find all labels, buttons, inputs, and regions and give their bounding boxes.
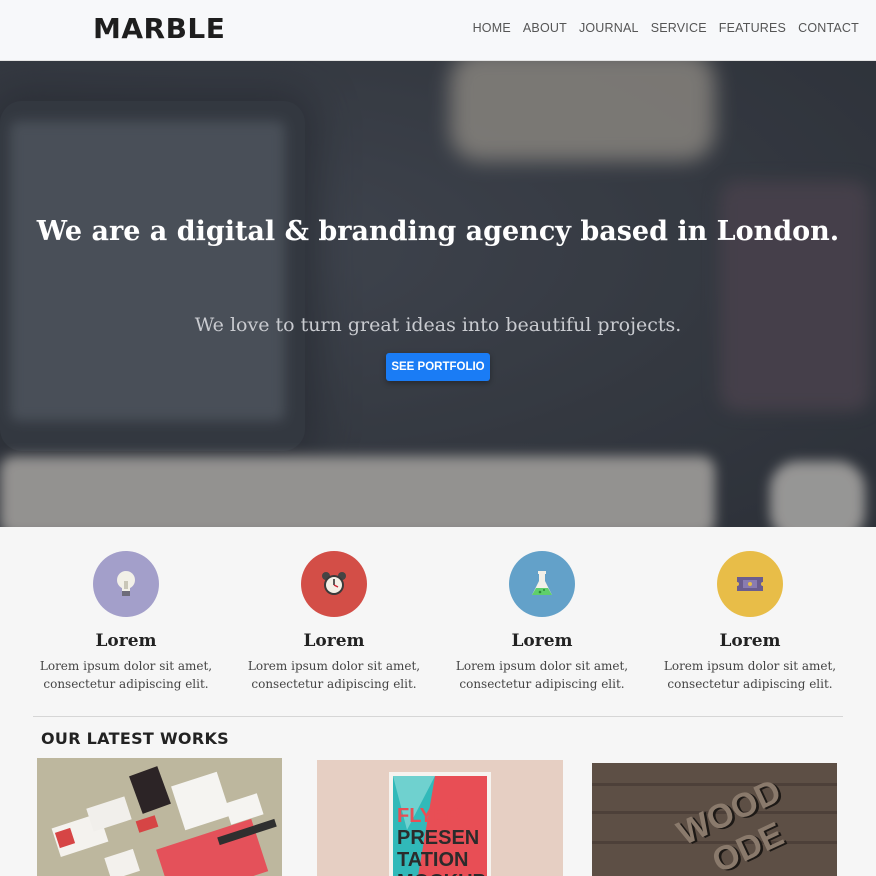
- feature-item: Lorem Lorem ipsum dolor sit amet, consec…: [22, 551, 230, 693]
- feature-text-line: Lorem ipsum dolor sit amet,: [663, 659, 837, 673]
- hero-section: We are a digital & branding agency based…: [0, 61, 876, 527]
- feature-text: Lorem ipsum dolor sit amet, consectetur …: [438, 657, 646, 693]
- wood-letters-image: WOOD WOOD ODE ODE: [592, 763, 837, 876]
- nav-contact[interactable]: CONTACT: [798, 21, 859, 35]
- stationery-image: [37, 758, 282, 876]
- feature-title: Lorem: [303, 631, 365, 651]
- feature-icon-circle: [301, 551, 367, 617]
- hero-overlay: [0, 61, 876, 527]
- site-header: MARBLE HOME ABOUT JOURNAL SERVICE FEATUR…: [0, 0, 876, 61]
- alarm-clock-icon: [322, 572, 346, 595]
- feature-text-line: Lorem ipsum dolor sit amet,: [39, 659, 213, 673]
- feature-title: Lorem: [95, 631, 157, 651]
- feature-icon-circle: [509, 551, 575, 617]
- feature-text: Lorem ipsum dolor sit amet, consectetur …: [230, 657, 438, 693]
- feature-item: Lorem Lorem ipsum dolor sit amet, consec…: [438, 551, 646, 693]
- brand-logo[interactable]: MARBLE: [93, 12, 225, 45]
- feature-item: Lorem Lorem ipsum dolor sit amet, consec…: [646, 551, 854, 693]
- feature-icon-circle: [93, 551, 159, 617]
- feature-text: Lorem ipsum dolor sit amet, consectetur …: [646, 657, 854, 693]
- features-section: Lorem Lorem ipsum dolor sit amet, consec…: [0, 527, 876, 717]
- feature-text-line: Lorem ipsum dolor sit amet,: [247, 659, 421, 673]
- main-nav: HOME ABOUT JOURNAL SERVICE FEATURES CONT…: [473, 21, 859, 35]
- feature-title: Lorem: [511, 631, 573, 651]
- svg-text:MOCKUP: MOCKUP: [397, 871, 486, 876]
- feature-text-line: Lorem ipsum dolor sit amet,: [455, 659, 629, 673]
- work-thumbnail-flyer[interactable]: FLYER PRESEN TATION MOCKUP: [317, 760, 563, 876]
- feature-text-line: consectetur adipiscing elit.: [43, 677, 209, 691]
- svg-text:FLYER: FLYER: [397, 805, 461, 827]
- section-divider: [33, 716, 843, 717]
- svg-text:PRESEN: PRESEN: [397, 827, 479, 849]
- see-portfolio-button[interactable]: SEE PORTFOLIO: [386, 353, 490, 381]
- nav-features[interactable]: FEATURES: [719, 21, 786, 35]
- feature-icon-circle: [717, 551, 783, 617]
- flask-icon: [532, 571, 552, 595]
- work-thumbnail-wood[interactable]: WOOD WOOD ODE ODE: [592, 763, 837, 876]
- work-thumbnail-stationery[interactable]: [37, 758, 282, 876]
- feature-item: Lorem Lorem ipsum dolor sit amet, consec…: [230, 551, 438, 693]
- feature-text: Lorem ipsum dolor sit amet, consectetur …: [22, 657, 230, 693]
- feature-text-line: consectetur adipiscing elit.: [459, 677, 625, 691]
- nav-about[interactable]: ABOUT: [523, 21, 567, 35]
- feature-text-line: consectetur adipiscing elit.: [251, 677, 417, 691]
- ticket-icon: [737, 577, 763, 591]
- latest-works-heading: OUR LATEST WORKS: [41, 729, 229, 748]
- feature-title: Lorem: [719, 631, 781, 651]
- nav-journal[interactable]: JOURNAL: [579, 21, 639, 35]
- hero-subtitle: We love to turn great ideas into beautif…: [194, 314, 682, 336]
- hero-title: We are a digital & branding agency based…: [36, 216, 840, 247]
- nav-home[interactable]: HOME: [473, 21, 511, 35]
- flyer-image: FLYER PRESEN TATION MOCKUP: [317, 760, 563, 876]
- lightbulb-icon: [117, 571, 135, 596]
- nav-service[interactable]: SERVICE: [651, 21, 707, 35]
- svg-text:TATION: TATION: [397, 849, 468, 871]
- feature-text-line: consectetur adipiscing elit.: [667, 677, 833, 691]
